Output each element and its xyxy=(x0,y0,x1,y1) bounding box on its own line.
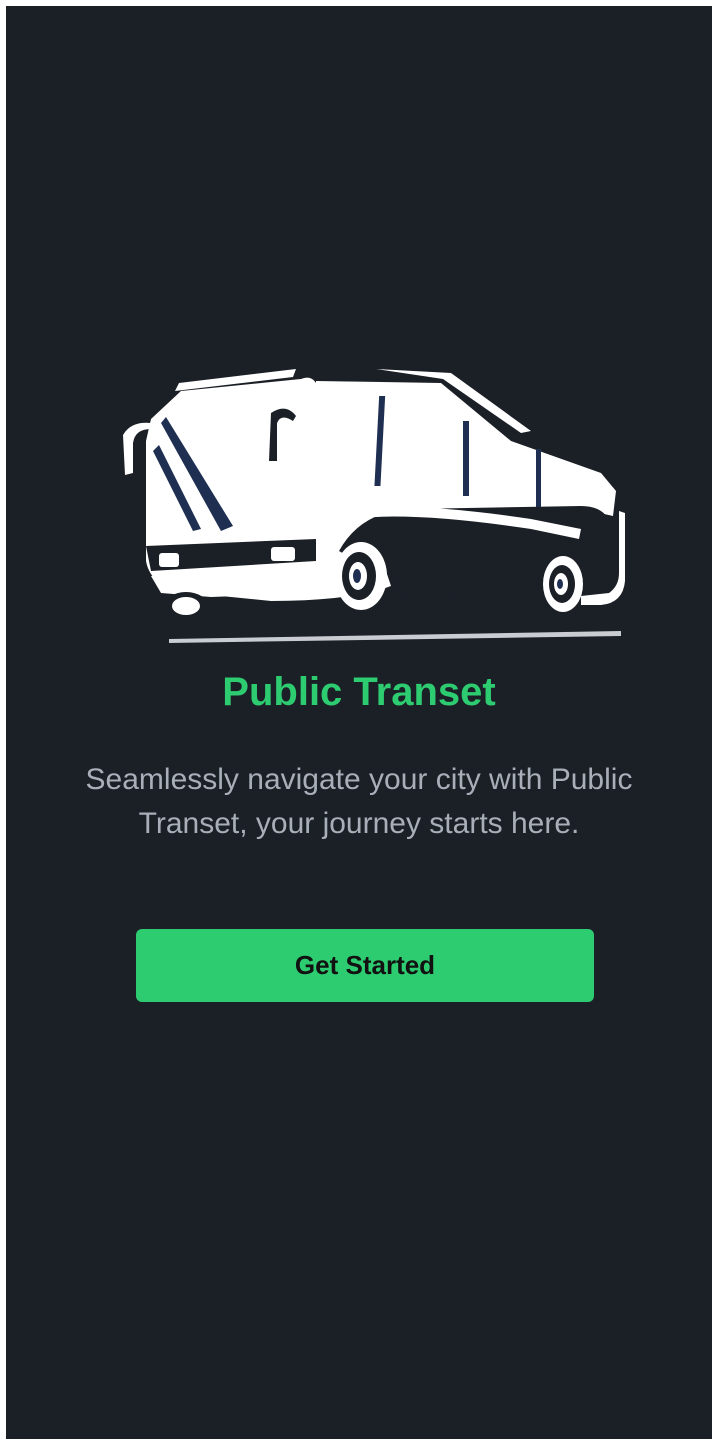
welcome-screen: Public Transet Seamlessly navigate your … xyxy=(6,6,712,1439)
get-started-button[interactable]: Get Started xyxy=(136,929,594,1002)
bus-icon xyxy=(123,369,625,643)
app-title: Public Transet xyxy=(222,670,496,714)
app-tagline: Seamlessly navigate your city with Publi… xyxy=(85,763,633,840)
